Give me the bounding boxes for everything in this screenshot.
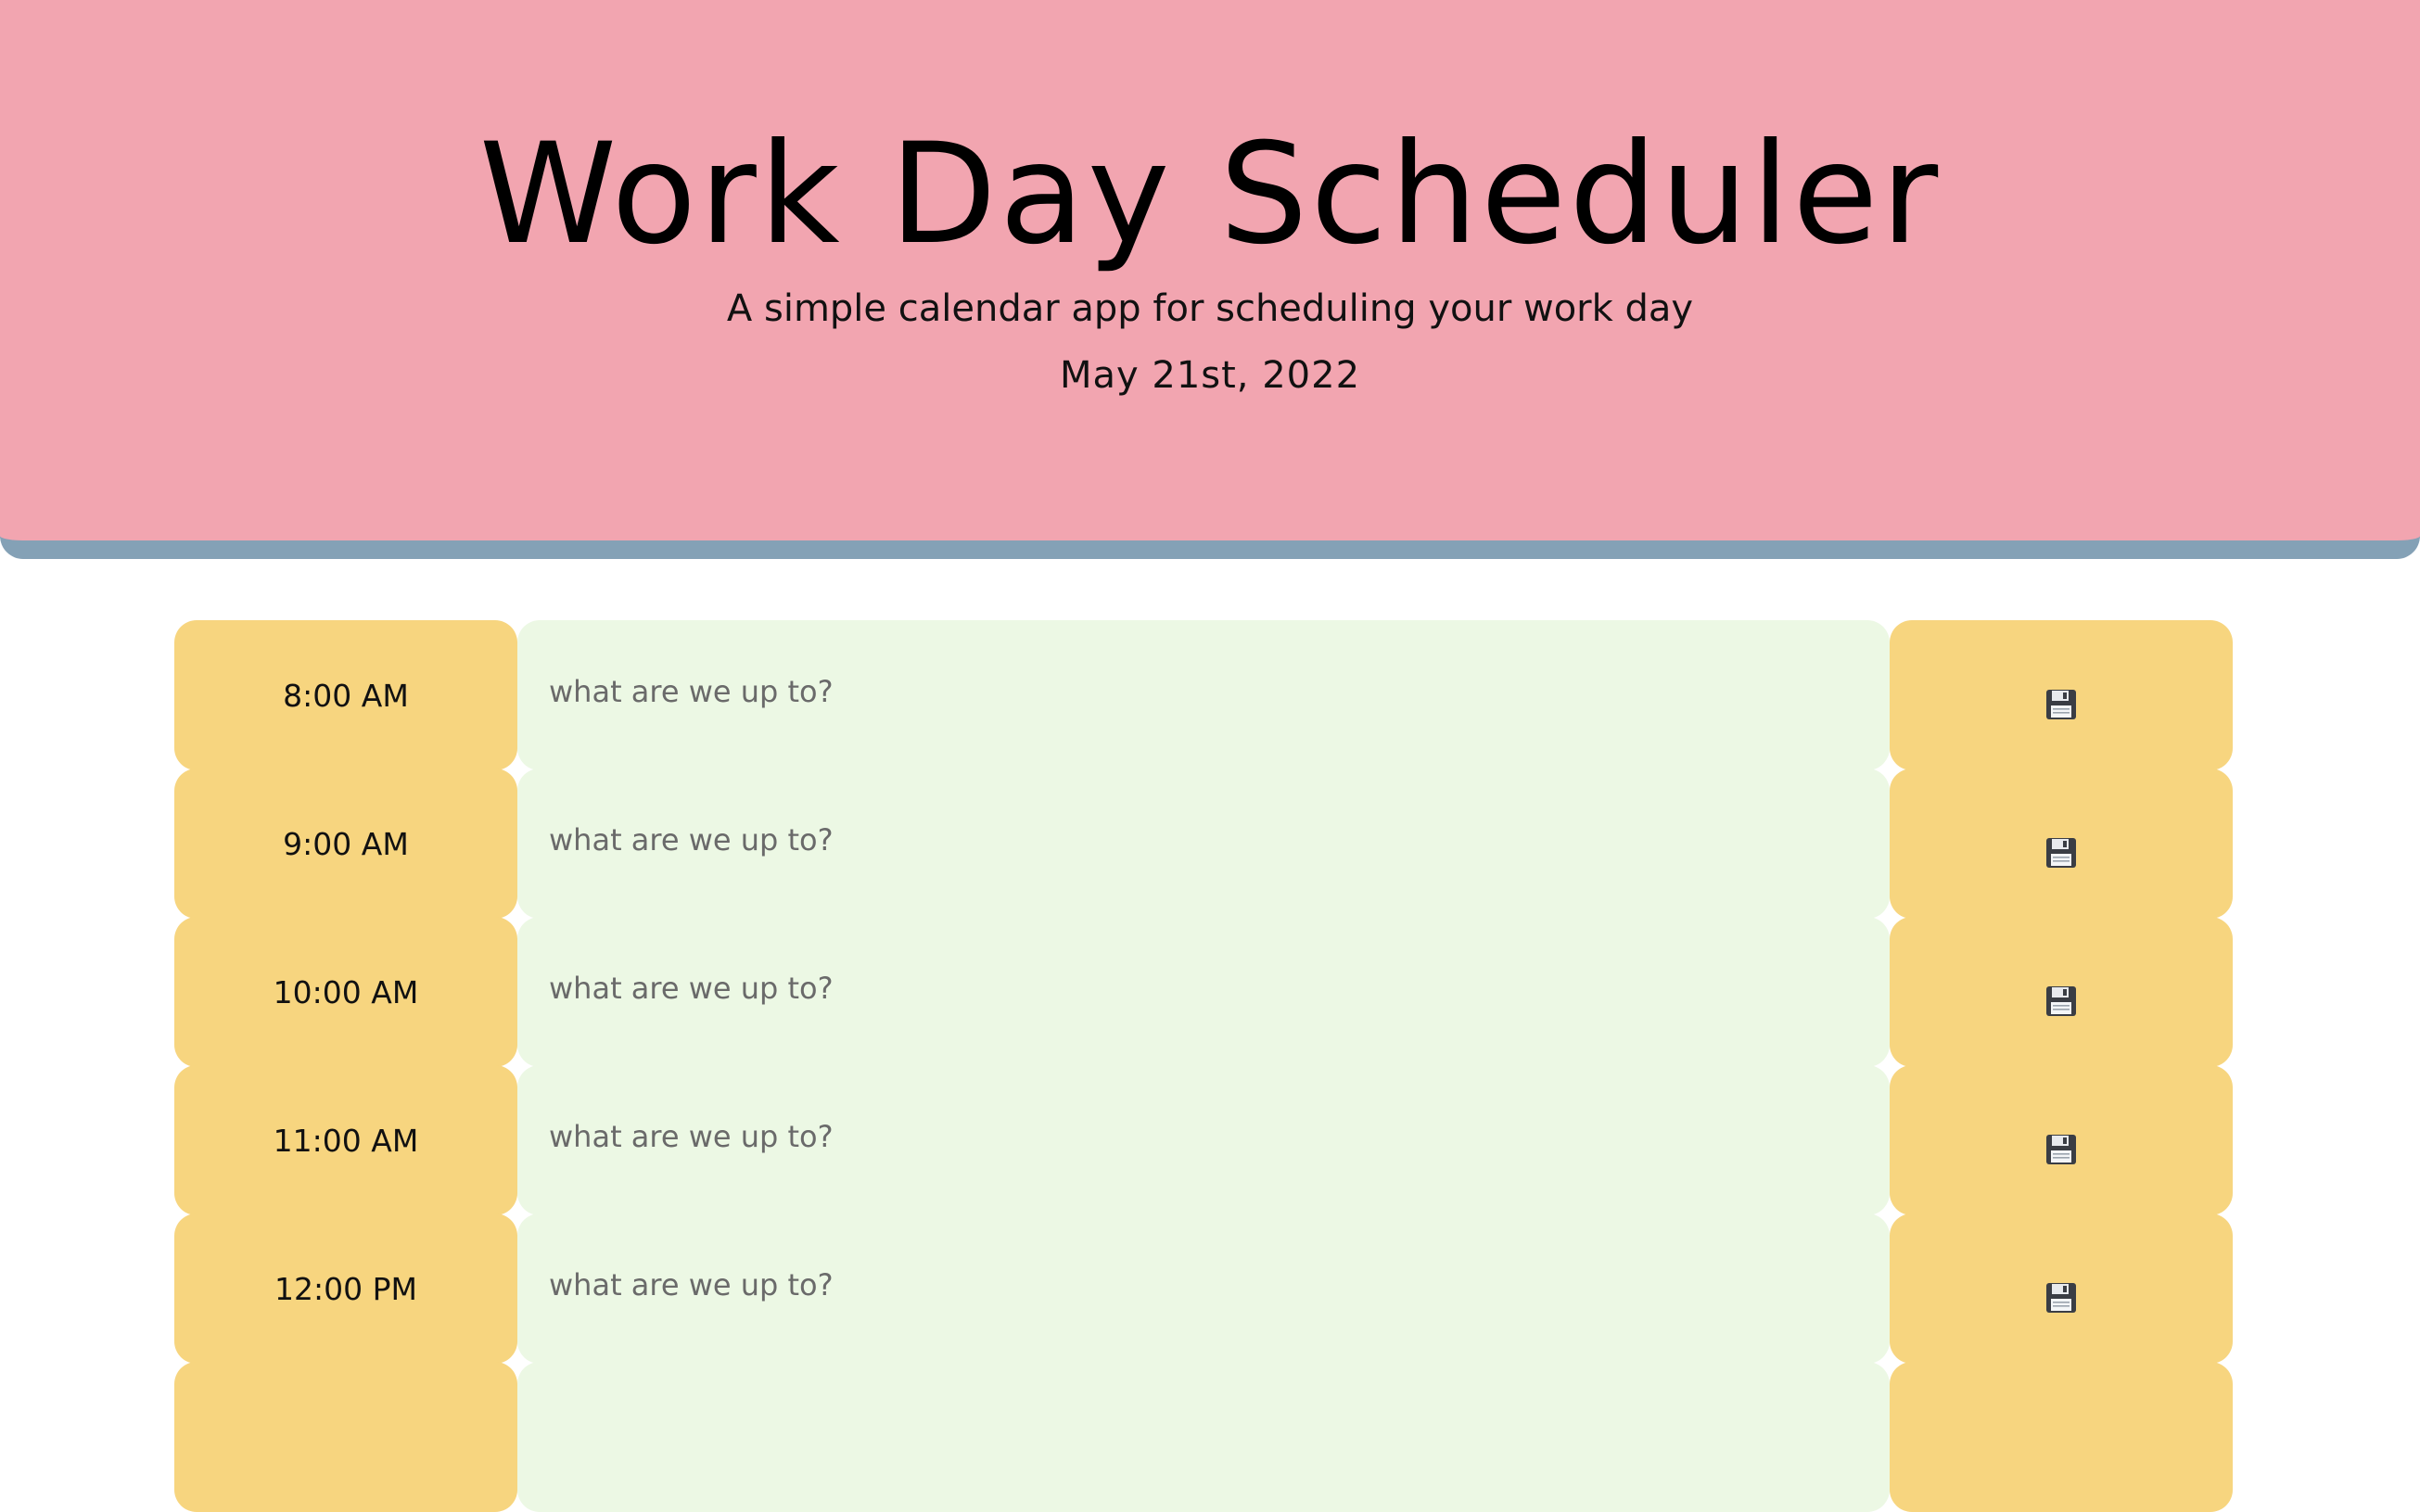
time-block: 10:00 AM	[174, 917, 2233, 1067]
time-block: 9:00 AM	[174, 769, 2233, 919]
floppy-disk-icon	[2046, 986, 2076, 1016]
event-description-input[interactable]	[517, 1213, 1890, 1364]
floppy-disk-icon	[2046, 838, 2076, 868]
page-subtitle: A simple calendar app for scheduling you…	[726, 287, 1694, 330]
event-description-input[interactable]	[517, 1065, 1890, 1215]
hour-label: 11:00 AM	[174, 1065, 517, 1215]
page-title: Work Day Scheduler	[478, 114, 1942, 275]
timeblock-container: 8:00 AM 9:00 AM	[174, 620, 2233, 1512]
floppy-disk-icon	[2046, 1283, 2076, 1313]
event-description-input[interactable]	[517, 769, 1890, 919]
hour-label: 9:00 AM	[174, 769, 517, 919]
current-day: May 21st, 2022	[1059, 354, 1361, 397]
save-button[interactable]	[1890, 620, 2233, 770]
event-description-input[interactable]	[517, 1362, 1890, 1512]
time-block	[174, 1362, 2233, 1512]
hour-label	[174, 1362, 517, 1512]
save-button[interactable]	[1890, 769, 2233, 919]
event-description-input[interactable]	[517, 620, 1890, 770]
save-button[interactable]	[1890, 1065, 2233, 1215]
floppy-disk-icon	[2046, 1135, 2076, 1164]
save-button[interactable]	[1890, 917, 2233, 1067]
hour-label: 10:00 AM	[174, 917, 517, 1067]
save-button[interactable]	[1890, 1213, 2233, 1364]
save-button[interactable]	[1890, 1362, 2233, 1512]
time-block: 11:00 AM	[174, 1065, 2233, 1215]
event-description-input[interactable]	[517, 917, 1890, 1067]
hour-label: 8:00 AM	[174, 620, 517, 770]
time-block: 12:00 PM	[174, 1213, 2233, 1364]
time-block: 8:00 AM	[174, 620, 2233, 770]
floppy-disk-icon	[2046, 690, 2076, 719]
hour-label: 12:00 PM	[174, 1213, 517, 1364]
page-header: Work Day Scheduler A simple calendar app…	[0, 0, 2420, 559]
